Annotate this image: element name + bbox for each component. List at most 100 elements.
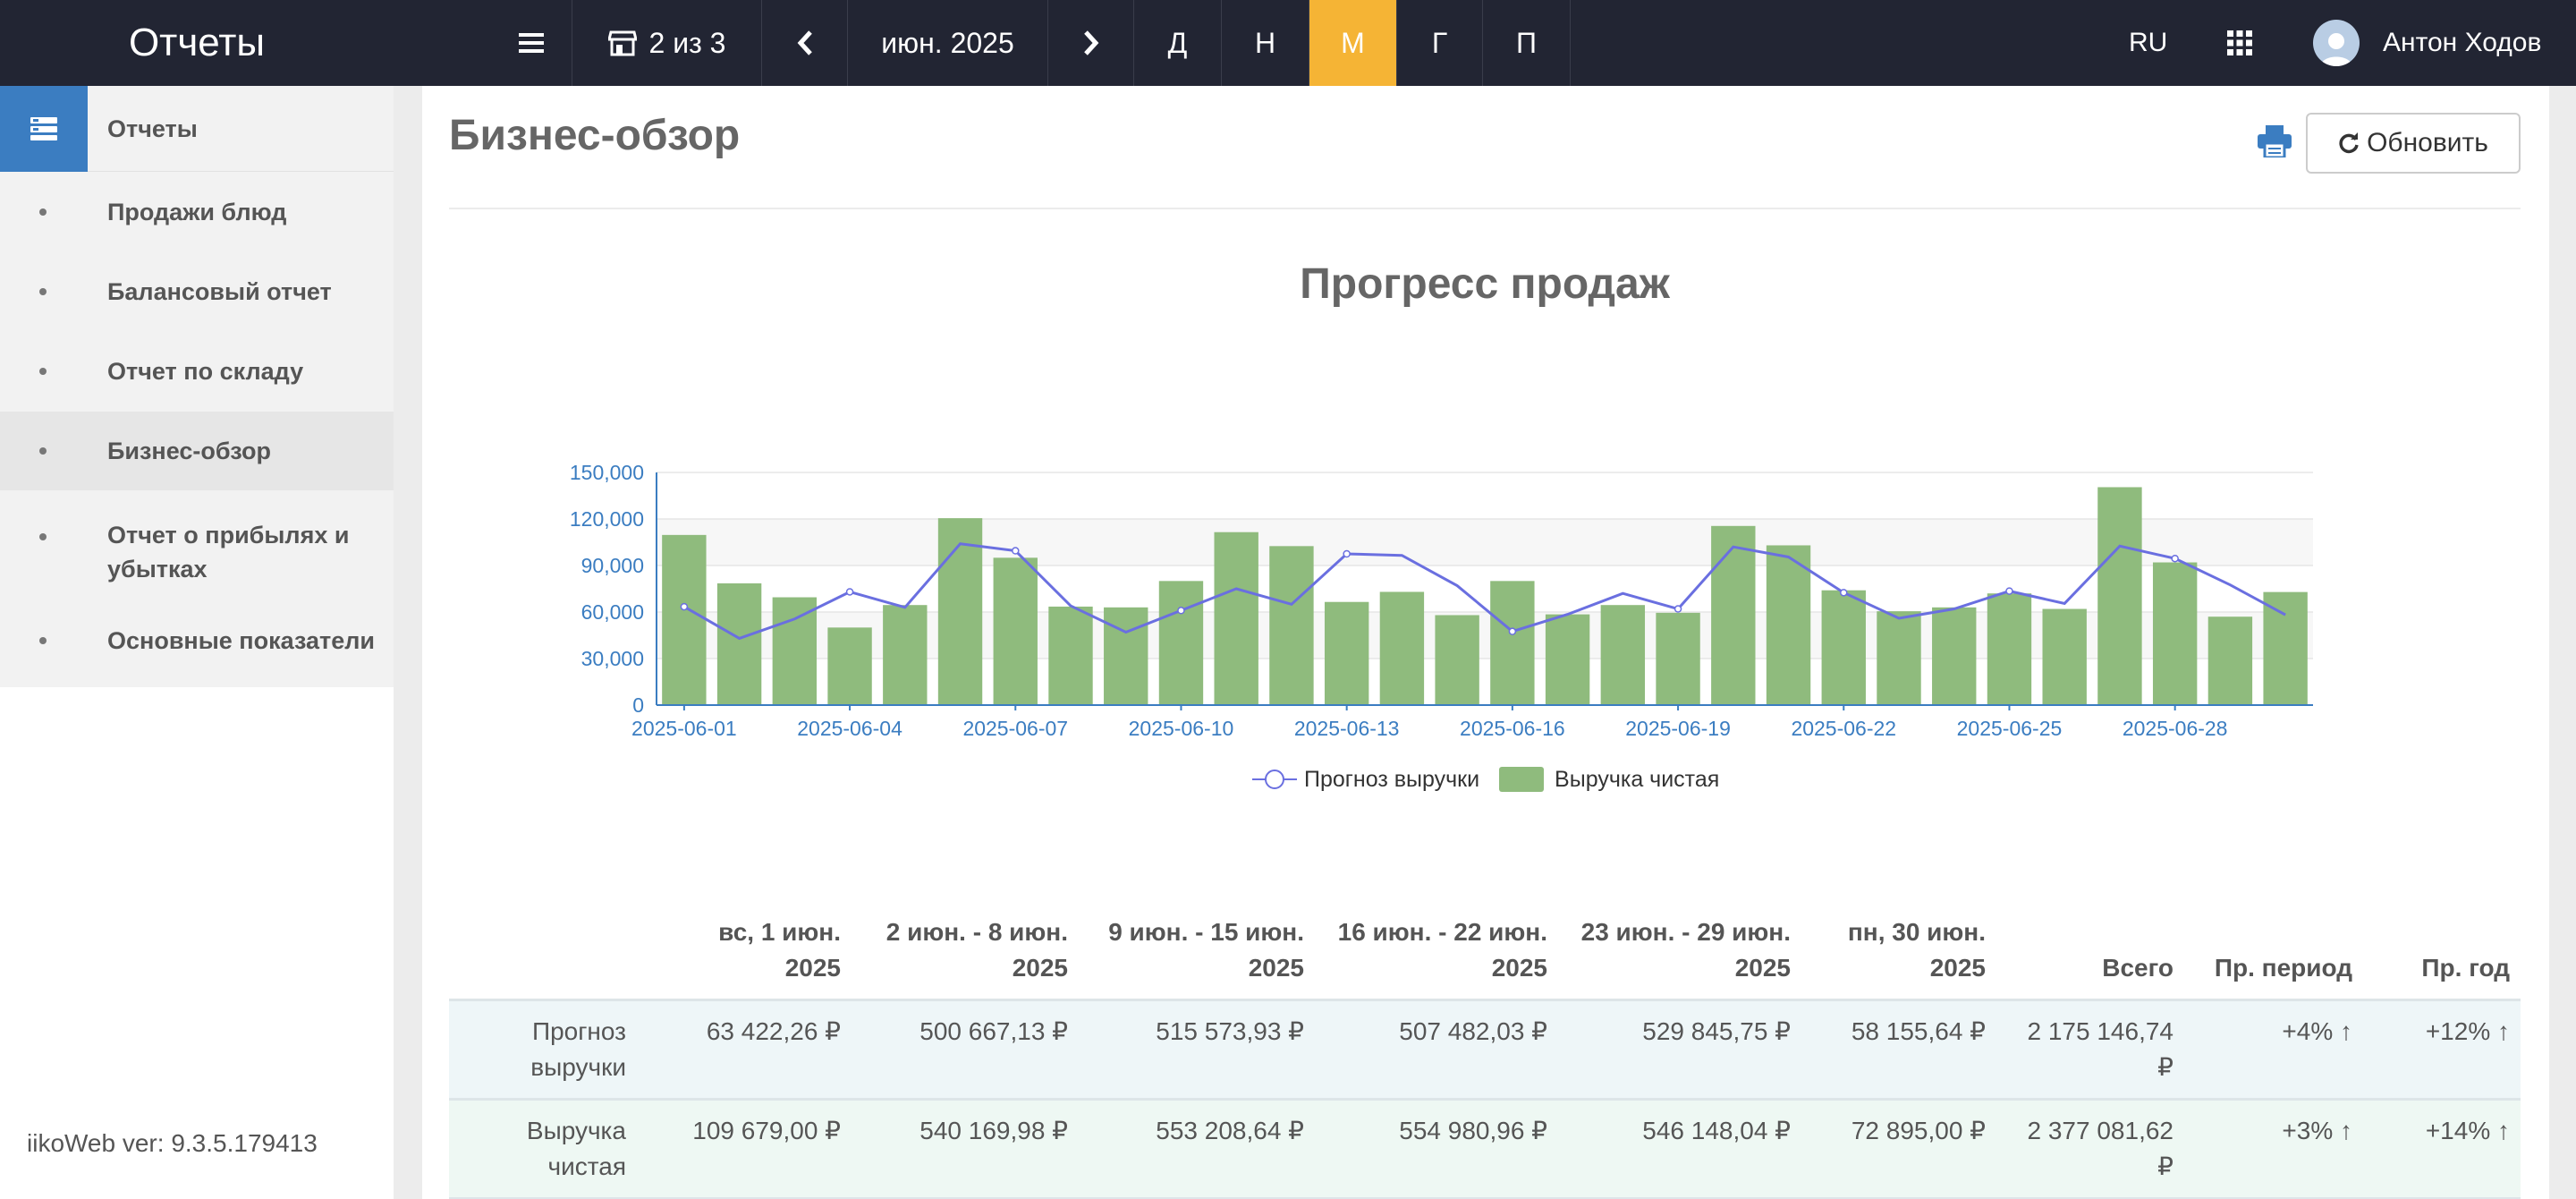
table-cell: 540 169,98 ₽ — [852, 1098, 1079, 1199]
bullet-icon — [39, 208, 47, 216]
bullet-icon — [39, 533, 47, 540]
column-header: 9 июн. - 15 июн. 2025 — [1108, 918, 1304, 982]
line-point — [845, 588, 854, 596]
divider — [449, 208, 2521, 209]
bar — [883, 605, 928, 705]
grid-icon — [2227, 30, 2252, 55]
refresh-button[interactable]: Обновить — [2306, 113, 2521, 174]
column-header: пн, 30 июн. 2025 — [1847, 918, 1986, 982]
x-tick-label: 2025-06-28 — [2123, 717, 2228, 740]
store-icon — [607, 30, 637, 56]
table-cell: +12% ↑ — [2363, 999, 2521, 1100]
sidebar-header-label: Отчеты — [107, 115, 198, 142]
column-header: 16 июн. - 22 июн. 2025 — [1337, 918, 1547, 982]
legend-item-net-revenue[interactable]: Выручка чистая — [1499, 767, 1719, 793]
table-cell: 58 155,64 ₽ — [1801, 999, 1996, 1100]
language-selector[interactable]: RU — [2129, 0, 2167, 86]
bar — [2207, 617, 2253, 705]
x-tick-label: 2025-06-16 — [1460, 717, 1565, 740]
bar — [1435, 615, 1479, 705]
bullet-icon — [39, 637, 47, 644]
bar — [1324, 601, 1369, 705]
user-menu[interactable]: Антон Ходов — [2313, 0, 2541, 86]
table-cell: 2 175 146,74 ₽ — [1996, 999, 2184, 1100]
store-selector[interactable]: 2 из 3 — [572, 0, 762, 86]
sidebar-item-label: Продажи блюд — [107, 199, 287, 225]
y-tick-label: 90,000 — [581, 554, 644, 577]
sidebar-item-warehouse[interactable]: Отчет по складу — [0, 331, 394, 412]
bar — [1711, 525, 1756, 705]
period-year-button[interactable]: Г — [1397, 0, 1483, 86]
bar — [772, 597, 818, 705]
sidebar-item-label: Основные показатели — [107, 627, 376, 654]
bar — [1656, 612, 1700, 705]
sidebar-item-business-overview[interactable]: Бизнес-обзор — [0, 412, 394, 490]
bar — [1821, 590, 1866, 705]
line-point — [1012, 547, 1020, 555]
bullet-icon — [39, 447, 47, 455]
bar — [1766, 545, 1811, 705]
bar — [1269, 546, 1314, 705]
bullet-icon — [39, 368, 47, 375]
bar — [1987, 593, 2032, 705]
table-cell: 546 148,04 ₽ — [1558, 1098, 1801, 1199]
bar — [1158, 581, 1204, 705]
table-header-row: вс, 1 июн. 2025 2 июн. - 8 июн. 2025 9 июн… — [449, 904, 2521, 1000]
legend-item-forecast[interactable]: Прогноз выручки — [1252, 766, 1479, 793]
sidebar-item-profit-loss[interactable]: Отчет о прибылях и убытках — [0, 490, 394, 605]
table-cell: 529 845,75 ₽ — [1558, 999, 1801, 1100]
period-label[interactable]: июн. 2025 — [848, 0, 1048, 86]
chevron-right-icon — [1083, 30, 1098, 55]
menu-button[interactable] — [490, 0, 572, 86]
line-point — [1343, 549, 1351, 558]
chart-legend: Прогноз выручки Выручка чистая — [1252, 766, 1739, 793]
next-period-button[interactable] — [1048, 0, 1134, 86]
row-label: Прогноз выручки — [449, 999, 637, 1100]
app-title: Отчеты — [128, 21, 266, 64]
y-tick-label: 60,000 — [581, 600, 644, 624]
y-tick-label: 0 — [632, 693, 644, 717]
print-button[interactable] — [2258, 125, 2292, 162]
x-tick-label: 2025-06-22 — [1791, 717, 1896, 740]
sales-progress-chart: 0 30,000 60,000 90,000 120,000 150,000 2025-06… — [570, 461, 2313, 740]
bar — [1932, 607, 1977, 705]
x-tick-label: 2025-06-10 — [1129, 717, 1234, 740]
table-cell: 109 679,00 ₽ — [637, 1098, 852, 1199]
line-point — [1840, 589, 1848, 597]
line-point — [2005, 587, 2013, 595]
bar — [827, 627, 872, 705]
page-title: Бизнес-обзор — [449, 112, 741, 159]
table-row: Прогноз выручки 63 422,26 ₽ 500 667,13 ₽ … — [449, 999, 2521, 1100]
bar — [1490, 581, 1535, 705]
y-tick-label: 150,000 — [570, 461, 644, 484]
sidebar-item-dish-sales[interactable]: Продажи блюд — [0, 172, 394, 252]
period-custom-button[interactable]: П — [1483, 0, 1571, 86]
bar-swatch-icon — [1499, 767, 1545, 792]
sidebar-item-label: Балансовый отчет — [107, 278, 332, 305]
bar — [1379, 591, 1425, 705]
row-label: Выручка чистая — [449, 1098, 637, 1199]
avatar — [2313, 20, 2360, 66]
table-cell: 515 573,93 ₽ — [1079, 999, 1315, 1100]
grid-band — [657, 519, 2313, 565]
line-point — [1674, 605, 1682, 613]
x-tick-label: 2025-06-07 — [962, 717, 1068, 740]
x-tick-label: 2025-06-25 — [1957, 717, 2063, 740]
bar — [1048, 606, 1093, 705]
period-day-button[interactable]: Д — [1134, 0, 1222, 86]
y-tick-label: 30,000 — [581, 647, 644, 670]
sidebar-item-balance[interactable]: Балансовый отчет — [0, 252, 394, 331]
sidebar-header[interactable]: Отчеты — [0, 86, 394, 172]
refresh-label: Обновить — [2367, 128, 2488, 157]
period-week-button[interactable]: Н — [1222, 0, 1309, 86]
apps-button[interactable] — [2227, 0, 2252, 86]
prev-period-button[interactable] — [762, 0, 848, 86]
bar — [2097, 487, 2142, 705]
sidebar-item-key-indicators[interactable]: Основные показатели — [0, 605, 394, 687]
refresh-icon — [2339, 132, 2359, 154]
sidebar-item-label: Отчет по складу — [107, 358, 304, 385]
x-tick-label: 2025-06-13 — [1294, 717, 1400, 740]
table-cell: +3% ↑ — [2184, 1098, 2363, 1199]
hamburger-icon — [518, 33, 544, 53]
period-month-button[interactable]: М — [1309, 0, 1397, 86]
